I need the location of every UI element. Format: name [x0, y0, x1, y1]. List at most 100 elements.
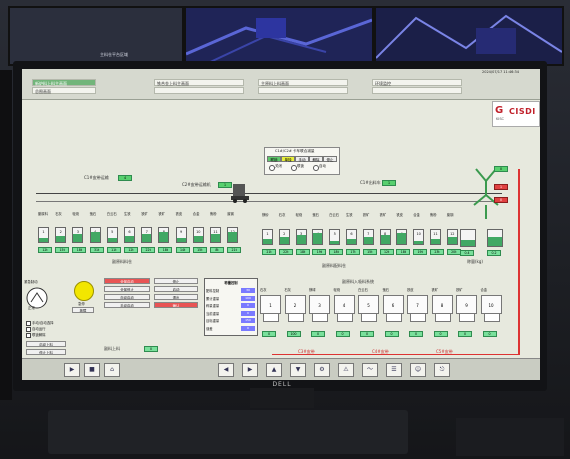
ctrl-table-row: 误差 0 [206, 325, 256, 332]
tab-alloy[interactable]: 铁合金上料主画面 [154, 79, 244, 86]
window-title [28, 70, 228, 76]
mid-bin-value: 19t [413, 249, 428, 255]
mid-bin[interactable]: 4 [312, 229, 324, 245]
left-icon[interactable]: ◀ [218, 363, 234, 377]
start-feed-button[interactable]: 启动上料 [26, 341, 66, 347]
lower-bin[interactable]: 7 [407, 295, 428, 314]
check-manual-auto[interactable] [26, 321, 31, 326]
upper-bin[interactable]: 7 [141, 227, 153, 243]
status-label: 紧急制动 [24, 280, 38, 284]
bin-fill [347, 239, 356, 244]
all-start-button[interactable]: 全部启动 [104, 278, 150, 284]
elevator-status-2: 1 [494, 184, 508, 190]
upper-bin[interactable]: 10 [192, 227, 204, 243]
lower-bin[interactable]: 4 [333, 295, 355, 314]
motor-state: 正常 [28, 306, 35, 310]
lower-hopper [434, 314, 451, 322]
mid-bin[interactable]: 11 [430, 229, 441, 245]
check-auto-run-label: 自动运行 [32, 327, 46, 331]
upper-bin[interactable]: 5 [106, 227, 118, 243]
upper-bin[interactable]: 3 [72, 227, 84, 243]
tab-environment[interactable]: 环境监控 [372, 79, 462, 86]
home-icon[interactable]: ⌂ [104, 363, 120, 377]
mid-bin[interactable]: 1 [262, 229, 273, 245]
mode-button-manual[interactable]: 手动 [295, 156, 309, 162]
up-icon[interactable]: ▲ [266, 363, 282, 377]
lower-bin[interactable]: 1 [260, 295, 281, 314]
stop-icon[interactable]: ■ [84, 363, 100, 377]
mid-bin-value: 18t [295, 249, 310, 255]
check-auto-run[interactable] [26, 327, 31, 332]
ctrl-table-value[interactable]: 100 [241, 295, 255, 301]
user-icon[interactable]: ☺ [410, 363, 426, 377]
tab-material-row2[interactable] [258, 87, 348, 94]
ctrl-table-value[interactable]: 30 [241, 288, 255, 293]
ctrl-table-value[interactable]: 150 [241, 318, 255, 323]
setting-icon[interactable]: ⚙ [314, 363, 330, 377]
confirm-button[interactable]: 确认 [154, 302, 198, 308]
mid-bin[interactable]: 8 [379, 229, 391, 245]
lower-bin[interactable]: 6 [382, 295, 404, 314]
stop-feed-button[interactable]: 停止上料 [26, 349, 66, 355]
alarm-icon[interactable]: ⚠ [338, 363, 354, 377]
upper-bin[interactable]: 1 [38, 227, 49, 243]
check-interlock[interactable] [26, 333, 31, 338]
bin-fill [313, 233, 323, 244]
tab-alloy-row2[interactable] [154, 87, 244, 94]
tab-main[interactable]: 新炉料上料主画面 [32, 79, 96, 86]
mode-button-single[interactable]: 单独 [281, 156, 295, 162]
fault-tag[interactable]: 故障 [72, 307, 94, 313]
mode-button-release[interactable]: 解除 [309, 156, 323, 162]
tab-sub[interactable]: 总图画面 [32, 87, 96, 94]
exit-icon[interactable]: ⎋ [434, 363, 450, 377]
trend-icon[interactable]: 〜 [362, 363, 378, 377]
lower-bin[interactable]: 3 [309, 295, 330, 314]
right-icon[interactable]: ▶ [242, 363, 258, 377]
tab-material[interactable]: 主原料上料画面 [258, 79, 348, 86]
manual-start-button[interactable]: 手动启动 [104, 302, 150, 308]
stop-button[interactable]: 停止 [154, 278, 198, 284]
mid-bin[interactable]: 7 [362, 229, 374, 245]
upper-bin[interactable]: 6 [124, 227, 135, 243]
ctrl-table-value[interactable]: 0 [241, 325, 255, 331]
report-icon[interactable]: ☰ [386, 363, 402, 377]
upper-bin-name: 萤石 [89, 212, 97, 216]
mid-bin[interactable]: 12 [446, 229, 458, 245]
mid-bin[interactable]: 6 [346, 229, 357, 245]
alarm-lamp-icon [74, 281, 94, 301]
lower-bin[interactable]: 10 [480, 295, 502, 314]
lower-bin[interactable]: 5 [358, 295, 379, 314]
ctrl-table-value[interactable]: 0 [241, 310, 255, 316]
upper-bin[interactable]: 8 [158, 227, 170, 243]
belt-mid-label: C2#皮带运输机 [182, 182, 211, 187]
mode-button-interlock[interactable]: 联锁 [267, 156, 281, 162]
mid-bin[interactable]: 2 [278, 229, 290, 245]
lower-hopper [459, 314, 475, 322]
tab-env-row2[interactable] [372, 87, 462, 94]
all-stop-button[interactable]: 全部停止 [104, 286, 150, 292]
mode-button-stop[interactable]: 停止 [323, 156, 337, 162]
upper-bin[interactable]: 12 [227, 227, 239, 243]
upper-bin-value: 22t [141, 247, 156, 253]
bottom-left-value: 0 [144, 346, 158, 352]
upper-bin[interactable]: 2 [55, 227, 67, 243]
start-button[interactable]: 启动 [154, 286, 198, 292]
mid-bin[interactable]: 3 [295, 229, 307, 245]
lower-bin[interactable]: 2 [284, 295, 306, 314]
bin-fill [228, 232, 238, 242]
exit-button[interactable]: 退出 [154, 294, 198, 300]
play-icon[interactable]: ▶ [64, 363, 80, 377]
down-icon[interactable]: ▼ [290, 363, 306, 377]
mid-bin-value: 18t [396, 249, 411, 255]
lower-bin[interactable]: 8 [431, 295, 453, 314]
line-c3-label: C3#皮带 [298, 349, 315, 354]
lower-bin[interactable]: 9 [456, 295, 477, 314]
mid-bin[interactable]: 5 [329, 229, 341, 245]
mid-bin[interactable]: 9 [396, 229, 408, 245]
upper-bin[interactable]: 11 [210, 227, 221, 243]
auto-start-button[interactable]: 自动启动 [104, 294, 150, 300]
upper-bin[interactable]: 9 [175, 227, 187, 243]
ctrl-table-value[interactable]: 0 [241, 303, 255, 308]
mid-bin[interactable]: 10 [413, 229, 425, 245]
upper-bin[interactable]: 4 [89, 227, 101, 243]
